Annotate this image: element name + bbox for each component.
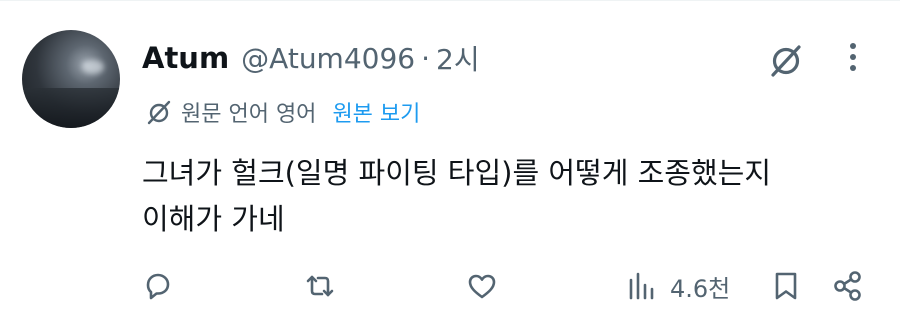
- grok-icon[interactable]: [766, 40, 806, 80]
- share-button[interactable]: [830, 266, 866, 306]
- like-button[interactable]: [464, 266, 500, 306]
- views-icon: [629, 272, 654, 300]
- bookmark-icon: [775, 272, 797, 300]
- avatar[interactable]: [22, 30, 120, 128]
- post-text-line-2: 이해가 가네: [142, 202, 285, 236]
- post-text: 그녀가 헐크(일명 파이팅 타입)를 어떻게 조종했는지 이해가 가네: [142, 150, 862, 242]
- header-separator: ·: [421, 41, 430, 75]
- action-bar: 4.6천: [0, 262, 900, 310]
- retweet-icon: [306, 275, 334, 297]
- translate-icon: [147, 100, 171, 125]
- post-header: Atum @Atum4096 · 2시: [142, 38, 480, 78]
- avatar-shadow: [22, 88, 120, 128]
- author-name[interactable]: Atum: [142, 41, 229, 75]
- views-count: 4.6천: [670, 274, 731, 303]
- author-handle[interactable]: @Atum4096: [241, 42, 415, 75]
- views-button[interactable]: 4.6천: [624, 266, 730, 306]
- reply-icon: [146, 273, 170, 300]
- post-text-line-1: 그녀가 헐크(일명 파이팅 타입)를 어떻게 조종했는지: [142, 156, 772, 190]
- translation-row: 원문 언어 영어 원본 보기: [145, 96, 420, 128]
- top-divider: [0, 0, 900, 1]
- translation-note: 원문 언어 영어: [181, 102, 317, 127]
- bookmark-button[interactable]: [768, 266, 804, 306]
- share-icon: [834, 271, 861, 301]
- avatar-highlight: [82, 60, 104, 74]
- post-timestamp[interactable]: 2시: [436, 38, 480, 78]
- more-icon[interactable]: [838, 38, 868, 78]
- retweet-button[interactable]: [302, 266, 338, 306]
- like-icon: [468, 274, 496, 299]
- reply-button[interactable]: [140, 266, 176, 306]
- show-original-link[interactable]: 원본 보기: [332, 96, 420, 128]
